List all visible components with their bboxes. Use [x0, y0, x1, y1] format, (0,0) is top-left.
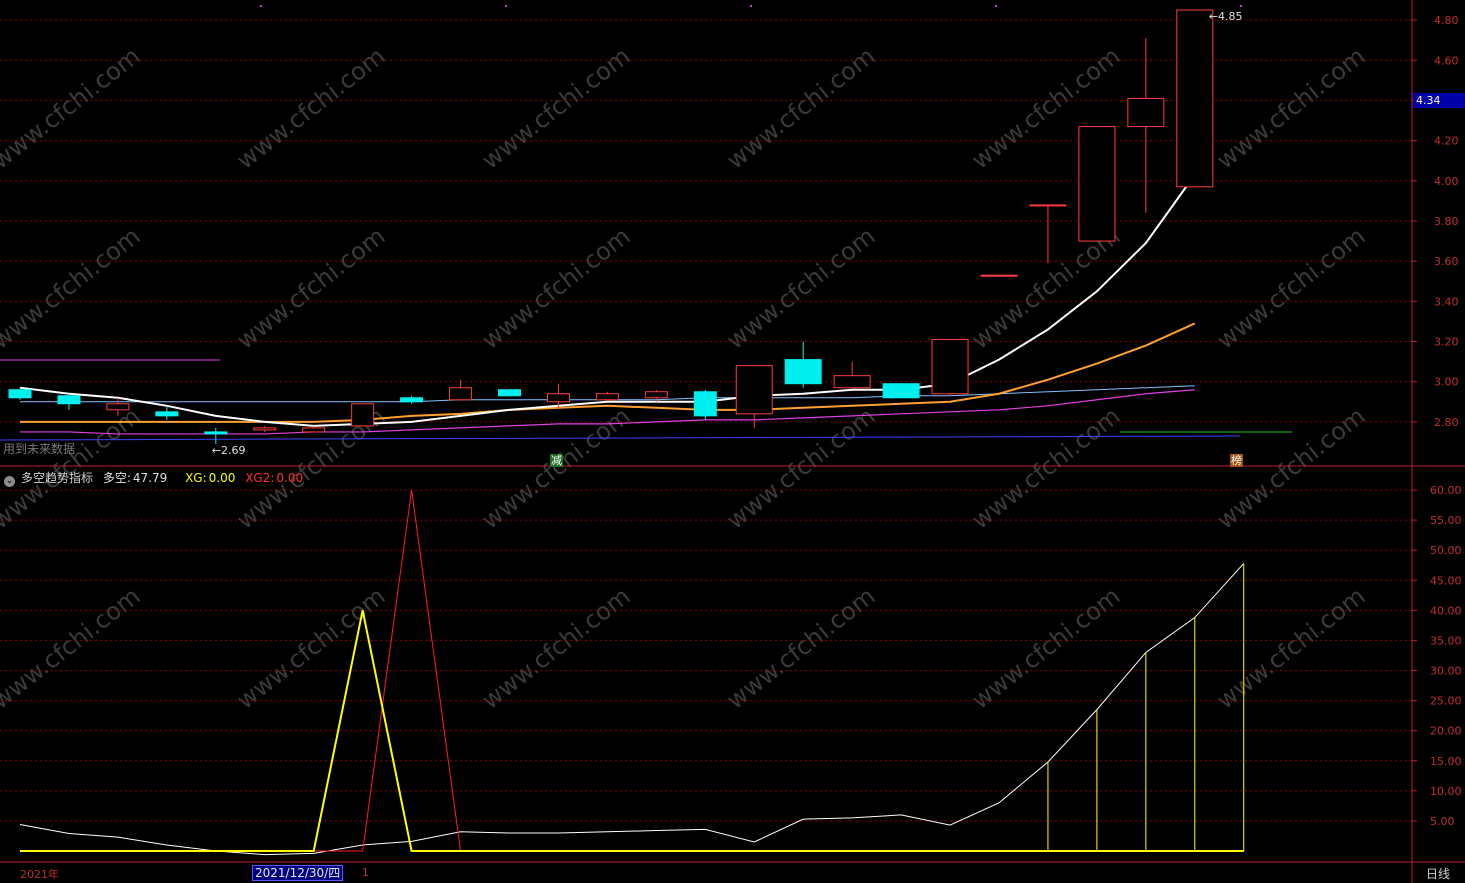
indicator-legend: ⌄ 多空趋势指标 多空: 47.79 XG: 0.00 XG2: 0.00: [4, 469, 309, 487]
price-tick-label: 4.60: [1434, 54, 1459, 67]
top-dot: [995, 5, 997, 7]
candle-up: [449, 387, 473, 401]
dk-series-line: [19, 563, 1245, 856]
candle-down: [8, 389, 32, 399]
candle-up: [351, 403, 375, 427]
price-tick-label: 3.40: [1434, 295, 1459, 308]
candle-up: [595, 393, 619, 401]
watermark-text: www.cfchi.com: [231, 42, 390, 175]
ma10-line: [20, 322, 1196, 423]
indicator-tick-label: 50.00: [1430, 544, 1462, 557]
candle-down: [400, 397, 424, 403]
top-dot: [750, 5, 752, 7]
high-label: ←4.85: [1209, 10, 1243, 23]
candle-down: [498, 389, 521, 397]
xg-value: 0.00: [208, 471, 236, 485]
watermark-text: www.cfchi.com: [966, 582, 1125, 715]
candle-up: [106, 403, 130, 411]
chevron-down-icon[interactable]: ⌄: [4, 476, 15, 487]
candle-up: [1127, 97, 1165, 128]
last-price-tag: 4.34: [1413, 93, 1465, 108]
watermark-text: www.cfchi.com: [476, 222, 635, 355]
candle-down: [784, 359, 822, 385]
candle-down: [204, 431, 228, 435]
indicator-name: 多空趋势指标: [21, 471, 94, 485]
price-tick-label: 2.80: [1434, 416, 1459, 429]
watermark-text: www.cfchi.com: [721, 582, 880, 715]
xg-label: XG:: [185, 471, 207, 485]
watermark-text: www.cfchi.com: [966, 222, 1125, 355]
future-data-note: 用到未来数据: [3, 442, 76, 456]
candle-up: [546, 393, 570, 403]
watermark-text: www.cfchi.com: [1211, 582, 1370, 715]
candle-up: [253, 427, 277, 431]
price-tick-label: 3.20: [1434, 336, 1459, 349]
candle-up: [302, 427, 326, 433]
indicator-panel[interactable]: [19, 489, 1245, 856]
price-tick-label: 4.00: [1434, 175, 1459, 188]
watermark-text: www.cfchi.com: [0, 222, 145, 355]
price-tick-label: 3.00: [1434, 376, 1459, 389]
xg2-value: 0.00: [276, 471, 304, 485]
candle-up: [644, 391, 668, 399]
ma60-line: [0, 435, 1241, 441]
candle-up: [1029, 204, 1067, 207]
price-tick-label: 3.60: [1434, 255, 1459, 268]
marker-jian[interactable]: 减: [550, 454, 563, 467]
cursor-date: 2021/12/30/四: [252, 865, 344, 881]
candle-up: [833, 375, 871, 389]
stock-chart: www.cfchi.com www.cfchi.com www.cfchi.com w…: [0, 0, 1465, 883]
price-tick-label: 4.80: [1434, 14, 1459, 27]
xg2-label: XG2:: [245, 471, 275, 485]
top-dot: [260, 5, 262, 7]
watermark-text: www.cfchi.com: [721, 42, 880, 175]
indicator-tick-label: 25.00: [1430, 695, 1462, 708]
period-selector[interactable]: 日线: [1426, 865, 1450, 882]
indicator-tick-label: 35.00: [1430, 634, 1462, 647]
candle-up: [1078, 126, 1116, 242]
watermark-text: www.cfchi.com: [721, 222, 880, 355]
indicator-tick-label: 45.00: [1430, 574, 1462, 587]
indicator-tick-label: 30.00: [1430, 665, 1462, 678]
watermark-text: www.cfchi.com: [1211, 42, 1370, 175]
watermark-text: www.cfchi.com: [1211, 222, 1370, 355]
indicator-tick-label: 55.00: [1430, 514, 1462, 527]
year-label: 2021年: [20, 868, 59, 881]
watermark-text: www.cfchi.com: [0, 42, 145, 175]
watermark-text: www.cfchi.com: [231, 222, 390, 355]
candle-down: [693, 391, 717, 417]
indicator-tick-label: 5.00: [1430, 815, 1455, 828]
candle-up: [735, 365, 773, 415]
marker-bang[interactable]: 榜: [1230, 454, 1243, 467]
watermark-text: www.cfchi.com: [231, 582, 390, 715]
indicator-tick-label: 40.00: [1430, 604, 1462, 617]
price-tick-label: 4.20: [1434, 135, 1459, 148]
watermark-text: www.cfchi.com: [476, 582, 635, 715]
dk-label: 多空:: [102, 471, 131, 485]
watermark-text: www.cfchi.com: [0, 582, 145, 715]
indicator-tick-label: 20.00: [1430, 725, 1462, 738]
indicator-tick-label: 60.00: [1430, 484, 1462, 497]
top-dot: [1240, 5, 1242, 7]
candle-up: [1176, 9, 1214, 188]
price-tick-label: 3.80: [1434, 215, 1459, 228]
candle-down: [882, 383, 920, 399]
candle-up: [980, 274, 1018, 277]
watermark-layer: www.cfchi.com www.cfchi.com www.cfchi.com w…: [0, 42, 1370, 715]
candle-up: [931, 339, 969, 395]
candle-down: [57, 395, 81, 405]
cursor-mark: 1: [362, 866, 369, 879]
top-dot: [505, 5, 507, 7]
low-label: ←2.69: [212, 444, 246, 457]
dk-value: 47.79: [132, 471, 168, 485]
watermark-text: www.cfchi.com: [476, 42, 635, 175]
indicator-tick-label: 15.00: [1430, 755, 1462, 768]
indicator-tick-label: 10.00: [1430, 785, 1462, 798]
candle-down: [155, 411, 179, 417]
